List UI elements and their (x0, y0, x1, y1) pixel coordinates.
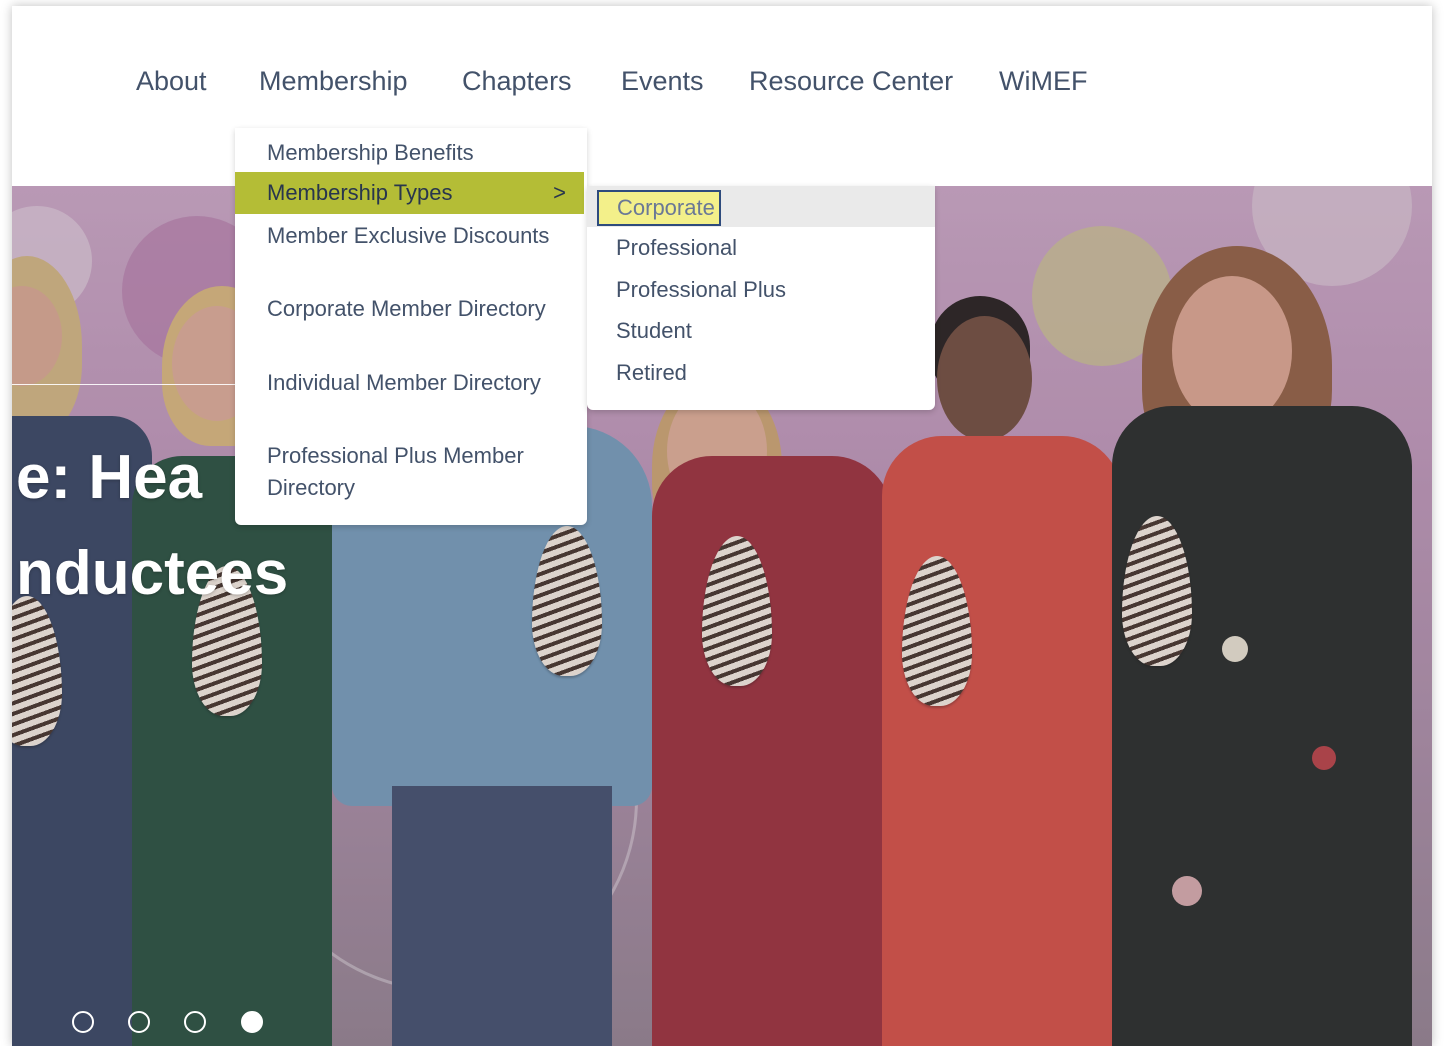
menu-item-membership-types[interactable]: Membership Types > (235, 172, 584, 214)
hero-divider (12, 384, 262, 385)
menu-item-label: Membership Types (267, 180, 453, 205)
menu-item-individual-member-directory[interactable]: Individual Member Directory (267, 367, 567, 399)
slider-dot-3[interactable] (184, 1011, 206, 1033)
browser-viewport: About Membership Chapters Events Resourc… (12, 6, 1432, 1046)
nav-membership[interactable]: Membership (259, 66, 408, 97)
nav-chapters[interactable]: Chapters (462, 66, 572, 97)
menu-item-professional-plus[interactable]: Professional Plus (616, 274, 786, 306)
menu-item-professional[interactable]: Professional (616, 232, 737, 264)
nav-events[interactable]: Events (621, 66, 704, 97)
slider-dot-2[interactable] (128, 1011, 150, 1033)
menu-item-member-exclusive-discounts[interactable]: Member Exclusive Discounts (267, 220, 567, 252)
menu-item-retired[interactable]: Retired (616, 357, 687, 389)
slider-dot-1[interactable] (72, 1011, 94, 1033)
membership-dropdown: Membership Benefits Membership Types > M… (235, 128, 587, 525)
hero-title-line-2: nductees (16, 539, 289, 608)
menu-item-professional-plus-member-directory[interactable]: Professional Plus Member Directory (267, 440, 577, 504)
membership-types-flyout: Corporate Professional Professional Plus… (587, 186, 935, 410)
menu-item-corporate-member-directory[interactable]: Corporate Member Directory (267, 293, 567, 325)
nav-about[interactable]: About (136, 66, 207, 97)
top-navigation: About Membership Chapters Events Resourc… (12, 6, 1432, 186)
nav-resource-center[interactable]: Resource Center (749, 66, 953, 97)
nav-wimef[interactable]: WiMEF (999, 66, 1087, 97)
chevron-right-icon: > (553, 180, 566, 205)
menu-item-membership-benefits[interactable]: Membership Benefits (267, 137, 567, 169)
menu-item-corporate[interactable]: Corporate (597, 190, 721, 226)
slider-dot-4[interactable] (241, 1011, 263, 1033)
menu-item-student[interactable]: Student (616, 315, 692, 347)
